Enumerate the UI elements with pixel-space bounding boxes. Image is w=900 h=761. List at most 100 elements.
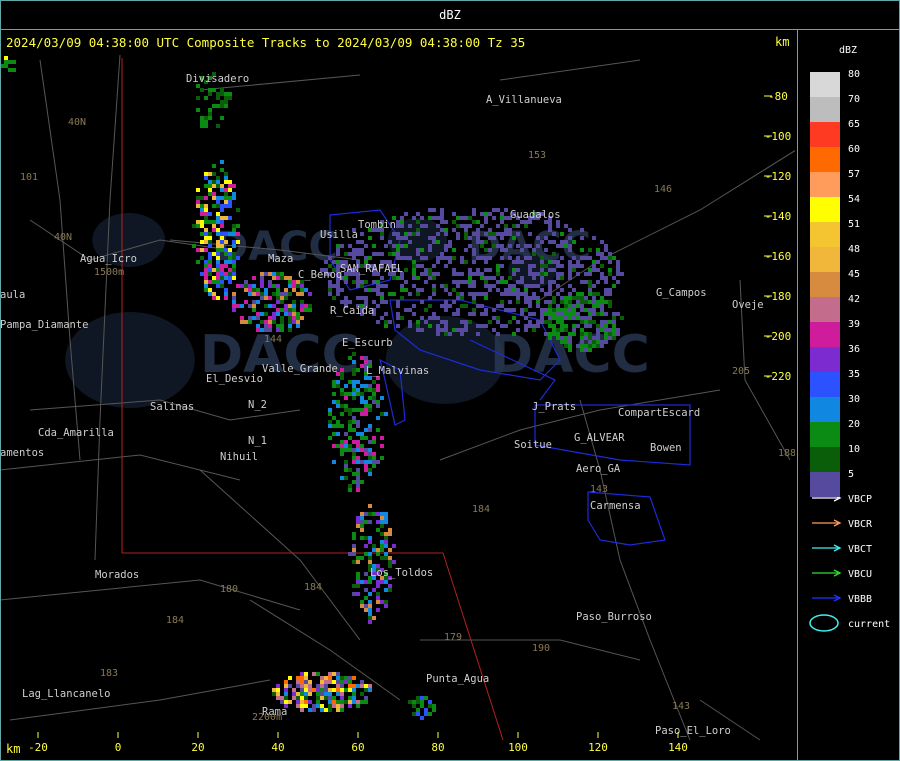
place-label: aula <box>0 289 25 301</box>
echo-cell <box>612 328 616 332</box>
echo-cell <box>356 584 360 588</box>
echo-cell <box>452 300 456 304</box>
echo-cell <box>612 316 616 320</box>
echo-cell <box>352 408 356 412</box>
echo-cell <box>568 300 572 304</box>
echo-cell <box>504 280 508 284</box>
echo-cell <box>352 548 356 552</box>
echo-cell <box>564 300 568 304</box>
echo-cell <box>220 220 224 224</box>
echo-cell <box>360 460 364 464</box>
legend-swatch-70 <box>810 97 840 122</box>
echo-cell <box>544 308 548 312</box>
echo-cell <box>532 248 536 252</box>
echo-cell <box>420 316 424 320</box>
echo-cell <box>352 352 356 356</box>
echo-cell <box>468 284 472 288</box>
echo-cell <box>556 320 560 324</box>
echo-cell <box>364 436 368 440</box>
echo-cell <box>232 252 236 256</box>
echo-cell <box>500 220 504 224</box>
echo-cell <box>416 292 420 296</box>
echo-cell <box>228 200 232 204</box>
echo-cell <box>564 324 568 328</box>
echo-cell <box>384 552 388 556</box>
echo-cell <box>276 688 280 692</box>
echo-cell <box>196 224 200 228</box>
echo-cell <box>372 440 376 444</box>
echo-cell <box>380 540 384 544</box>
echo-cell <box>352 688 356 692</box>
echo-cell <box>424 280 428 284</box>
echo-cell <box>276 328 280 332</box>
echo-cell <box>364 296 368 300</box>
echo-cell <box>492 284 496 288</box>
y-tick-label: -180 <box>765 290 792 303</box>
echo-cell <box>376 512 380 516</box>
route-number: 143 <box>672 701 690 712</box>
echo-cell <box>576 312 580 316</box>
route-number: 184 <box>166 615 184 626</box>
echo-cell <box>460 272 464 276</box>
echo-cell <box>488 284 492 288</box>
echo-cell <box>288 308 292 312</box>
echo-cell <box>396 236 400 240</box>
echo-cell <box>384 312 388 316</box>
echo-cell <box>568 264 572 268</box>
echo-cell <box>376 428 380 432</box>
route-number: 2200m <box>252 712 282 723</box>
echo-cell <box>304 304 308 308</box>
place-label: Paso_Burroso <box>576 611 652 623</box>
y-tick-label: -220 <box>765 370 792 383</box>
echo-cell <box>216 284 220 288</box>
echo-cell <box>348 408 352 412</box>
echo-cell <box>372 388 376 392</box>
echo-cell <box>280 292 284 296</box>
echo-cell <box>276 696 280 700</box>
echo-cell <box>472 312 476 316</box>
echo-cell <box>348 696 352 700</box>
echo-cell <box>504 208 508 212</box>
echo-cell <box>340 372 344 376</box>
legend-swatch-36 <box>810 347 840 372</box>
echo-cell <box>208 112 212 116</box>
echo-cell <box>480 312 484 316</box>
echo-cell <box>564 328 568 332</box>
echo-cell <box>496 268 500 272</box>
echo-cell <box>312 688 316 692</box>
y-tick-label: -100 <box>765 130 792 143</box>
echo-cell <box>524 288 528 292</box>
radar-map[interactable]: DACC DACCDACC DACCDivisaderoA_VillanuevaUs… <box>0 0 900 761</box>
echo-cell <box>608 272 612 276</box>
echo-cell <box>212 164 216 168</box>
echo-cell <box>240 304 244 308</box>
echo-cell <box>328 264 332 268</box>
echo-cell <box>504 292 508 296</box>
echo-cell <box>228 92 232 96</box>
echo-cell <box>552 296 556 300</box>
echo-cell <box>596 268 600 272</box>
echo-cell <box>352 592 356 596</box>
echo-cell <box>344 384 348 388</box>
echo-cell <box>336 684 340 688</box>
place-label: J_Prats <box>532 401 576 413</box>
echo-cell <box>352 280 356 284</box>
echo-cell <box>500 304 504 308</box>
echo-cell <box>364 596 368 600</box>
echo-cell <box>368 620 372 624</box>
echo-cell <box>432 276 436 280</box>
echo-cell <box>368 424 372 428</box>
echo-cell <box>584 308 588 312</box>
echo-cell <box>420 696 424 700</box>
echo-cell <box>388 252 392 256</box>
echo-cell <box>512 268 516 272</box>
echo-cell <box>592 296 596 300</box>
echo-cell <box>616 280 620 284</box>
echo-cell <box>400 288 404 292</box>
echo-cell <box>208 192 212 196</box>
echo-cell <box>580 328 584 332</box>
echo-cell <box>516 256 520 260</box>
echo-cell <box>548 320 552 324</box>
echo-cell <box>536 304 540 308</box>
echo-cell <box>580 348 584 352</box>
